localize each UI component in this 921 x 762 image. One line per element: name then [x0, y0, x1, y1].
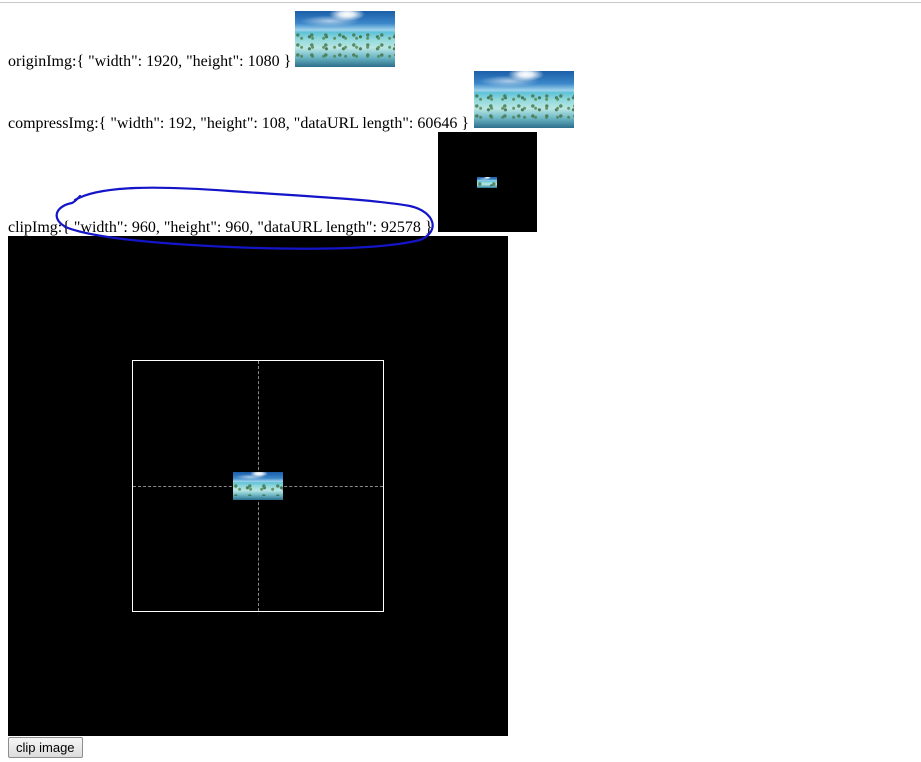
compress-label: compressImg: — [8, 115, 99, 132]
compress-preview-image — [474, 71, 574, 128]
crop-selection-box[interactable] — [132, 360, 384, 612]
compress-info-line: compressImg:{ "width": 192, "height": 10… — [8, 115, 469, 133]
clip-image-button[interactable]: clip image — [8, 737, 83, 758]
origin-info-line: originImg:{ "width": 1920, "height": 108… — [8, 53, 291, 71]
origin-preview-image — [295, 11, 395, 67]
clip-preview-content — [477, 177, 497, 188]
clip-info-line: clipImg:{ "width": 960, "height": 960, "… — [8, 219, 433, 237]
top-divider — [0, 2, 921, 3]
crop-source-image[interactable] — [233, 472, 283, 500]
clip-preview-image — [438, 132, 537, 232]
origin-label: originImg: — [8, 53, 77, 70]
clip-label: clipImg: — [8, 219, 63, 236]
clip-json: { "width": 960, "height": 960, "dataURL … — [62, 219, 433, 236]
compress-json: { "width": 192, "height": 108, "dataURL … — [98, 115, 470, 132]
origin-json: { "width": 1920, "height": 1080 } — [76, 53, 292, 70]
clip-canvas[interactable] — [8, 236, 508, 736]
